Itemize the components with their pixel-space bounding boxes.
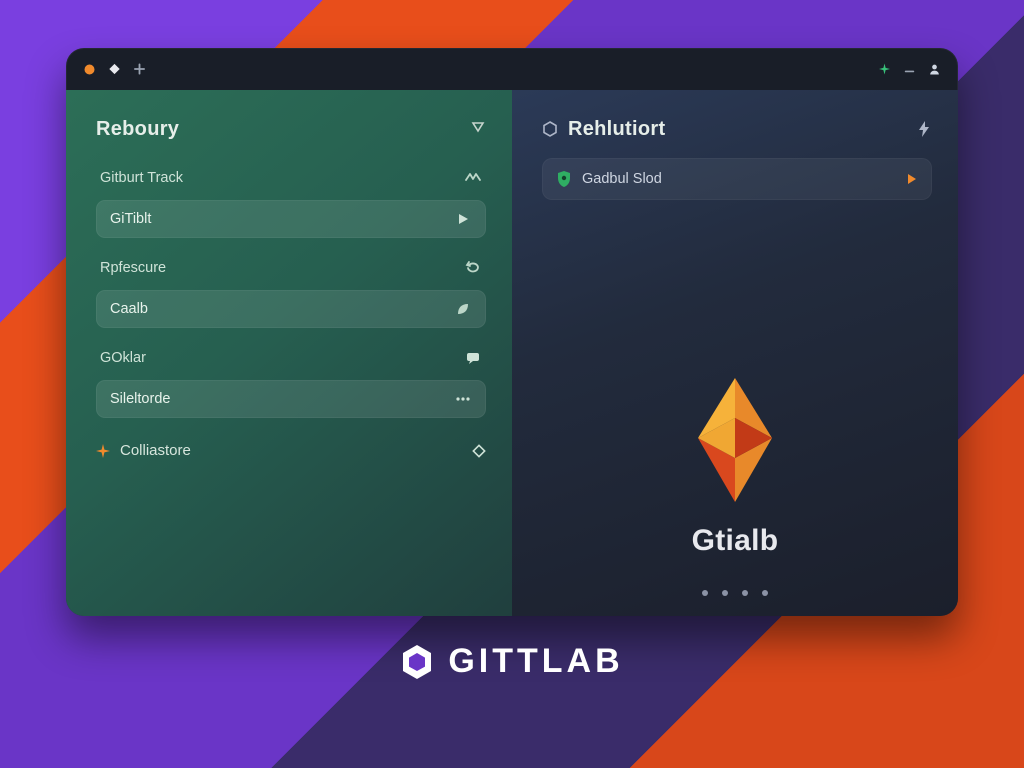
brand-hex-icon — [400, 643, 434, 681]
pager-dots[interactable] — [512, 590, 958, 596]
left-panel: Reboury Gitburt Track GiTiblt — [66, 90, 512, 616]
left-panel-header: Reboury — [96, 112, 486, 146]
loop-icon — [464, 261, 482, 275]
list-item-label: GOklar — [100, 350, 146, 366]
right-list-item-label: Gadbul Slod — [582, 171, 662, 187]
left-panel-footer-label: Colliastore — [120, 442, 191, 459]
list-pill-label: Caalb — [110, 301, 148, 317]
leaf-icon — [454, 302, 472, 316]
brand-footer: GITTLAB — [400, 642, 623, 681]
list-item[interactable]: Rpfescure — [96, 248, 486, 288]
triangle-logo-icon — [660, 370, 810, 510]
titlebar-right-controls — [879, 64, 940, 75]
list-pill[interactable]: Caalb — [96, 290, 486, 328]
plus-icon[interactable] — [134, 64, 145, 75]
bolt-icon[interactable] — [916, 121, 932, 137]
titlebar — [66, 48, 958, 90]
shield-badge-icon — [556, 170, 572, 188]
titlebar-left-controls — [84, 64, 145, 75]
list-pill-label: GiTiblt — [110, 211, 151, 227]
app-background: Reboury Gitburt Track GiTiblt — [0, 0, 1024, 768]
right-panel: Rehlutiort Gadbul Slod — [512, 90, 958, 616]
pager-dot[interactable] — [722, 590, 728, 596]
app-window: Reboury Gitburt Track GiTiblt — [66, 48, 958, 616]
right-panel-header: Rehlutiort — [542, 112, 932, 146]
pager-dot[interactable] — [702, 590, 708, 596]
list-pill[interactable]: GiTiblt — [96, 200, 486, 238]
play-icon — [454, 213, 472, 225]
split-panes: Reboury Gitburt Track GiTiblt — [66, 90, 958, 616]
chat-icon — [464, 351, 482, 365]
left-panel-title: Reboury — [96, 118, 179, 141]
product-logo: Gtialb — [512, 370, 958, 558]
list-item-label: Gitburt Track — [100, 170, 183, 186]
spark-orange-icon — [96, 444, 110, 458]
list-item[interactable]: GOklar — [96, 338, 486, 378]
left-panel-footer[interactable]: Colliastore — [96, 442, 486, 459]
chevron-down-outline-icon[interactable] — [470, 121, 486, 137]
chevron-marker-orange-icon — [906, 173, 918, 185]
diamond-white-icon[interactable] — [109, 64, 120, 75]
list-pill-label: Sileltorde — [110, 391, 170, 407]
minimize-icon[interactable] — [904, 64, 915, 75]
list-item-label: Rpfescure — [100, 260, 166, 276]
diamond-outline-icon — [472, 444, 486, 458]
user-silhouette-icon[interactable] — [929, 64, 940, 75]
spark-green-icon[interactable] — [879, 64, 890, 75]
right-panel-title-text: Rehlutiort — [568, 118, 665, 141]
pager-dot[interactable] — [742, 590, 748, 596]
list-item[interactable]: Gitburt Track — [96, 158, 486, 198]
pager-dot[interactable] — [762, 590, 768, 596]
hexagon-outline-icon — [542, 121, 558, 137]
right-list-item[interactable]: Gadbul Slod — [542, 158, 932, 200]
dots-icon — [454, 396, 472, 402]
list-pill[interactable]: Sileltorde — [96, 380, 486, 418]
right-panel-title: Rehlutiort — [542, 118, 665, 141]
brand-footer-text: GITTLAB — [448, 642, 623, 681]
wave-icon — [464, 171, 482, 185]
circle-dot-orange-icon[interactable] — [84, 64, 95, 75]
product-logo-text: Gtialb — [692, 524, 779, 558]
